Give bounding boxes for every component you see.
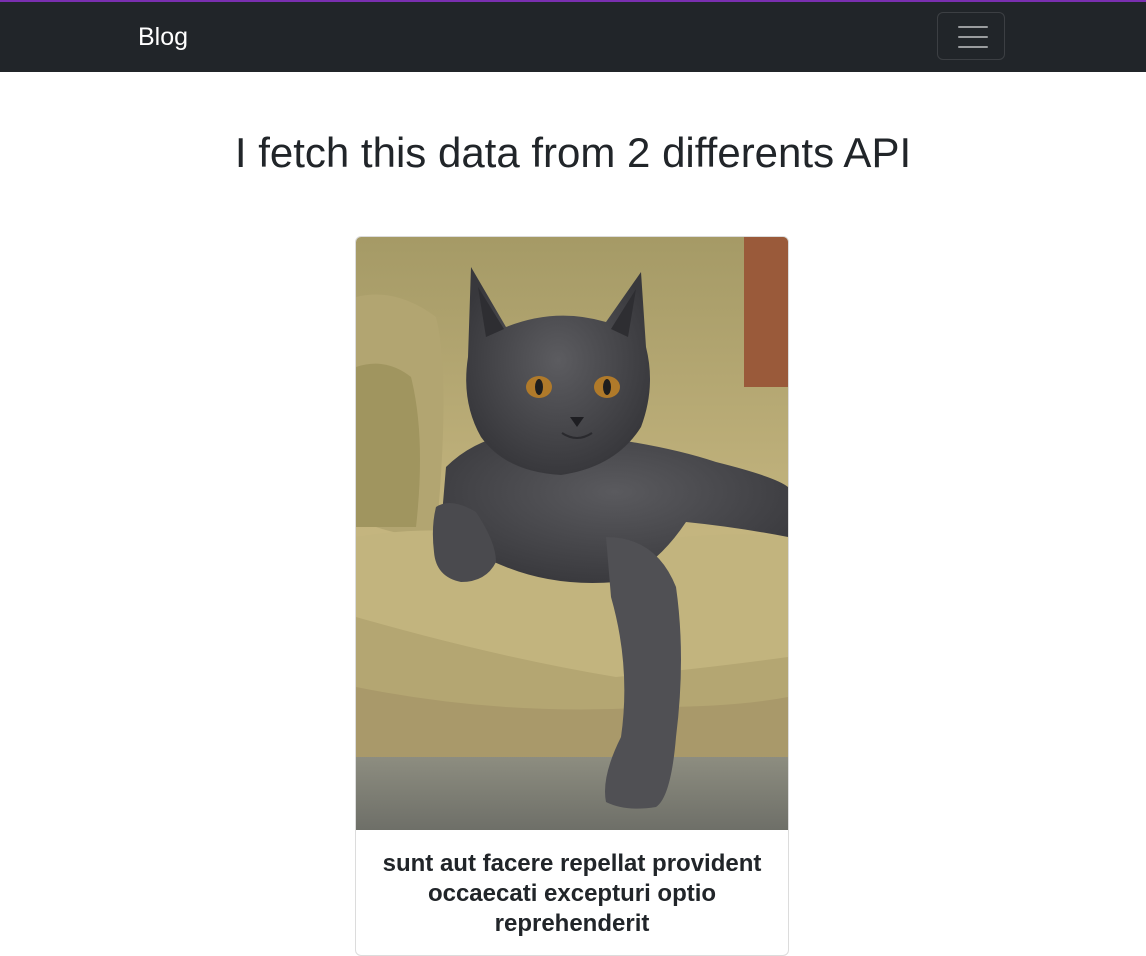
- page-heading: I fetch this data from 2 differents API: [234, 129, 912, 176]
- post-card: sunt aut facere repellat provident occae…: [355, 236, 789, 956]
- navbar-brand[interactable]: Blog: [138, 21, 188, 53]
- navbar: Blog: [0, 2, 1146, 72]
- cat-photo: [356, 237, 788, 830]
- card-title: sunt aut facere repellat provident occae…: [382, 850, 762, 937]
- navbar-toggler-button[interactable]: [937, 12, 1005, 60]
